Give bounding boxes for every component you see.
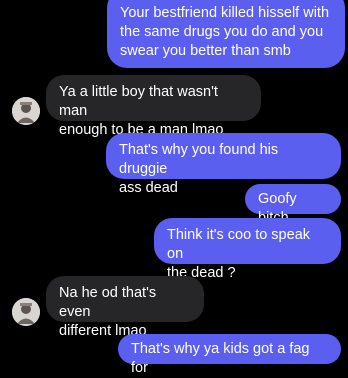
message-thread: Your bestfriend killed hisself with the … [0, 0, 348, 376]
contact-avatar-icon[interactable] [12, 97, 40, 125]
received-message[interactable]: Ya a little boy that wasn't man enough t… [46, 75, 261, 138]
contact-avatar-icon[interactable] [12, 298, 40, 326]
sent-message[interactable]: That's why you found his druggie ass dea… [106, 133, 341, 196]
sent-message[interactable]: That's why ya kids got a fag for [118, 334, 341, 376]
sent-message[interactable]: Your bestfriend killed hisself with the … [107, 0, 345, 68]
sent-message[interactable]: Goofy bitch [245, 184, 341, 226]
received-message[interactable]: Na he od that's even different lmao [46, 276, 204, 339]
sent-message[interactable]: Think it's coo to speak on the dead ? [154, 218, 341, 281]
